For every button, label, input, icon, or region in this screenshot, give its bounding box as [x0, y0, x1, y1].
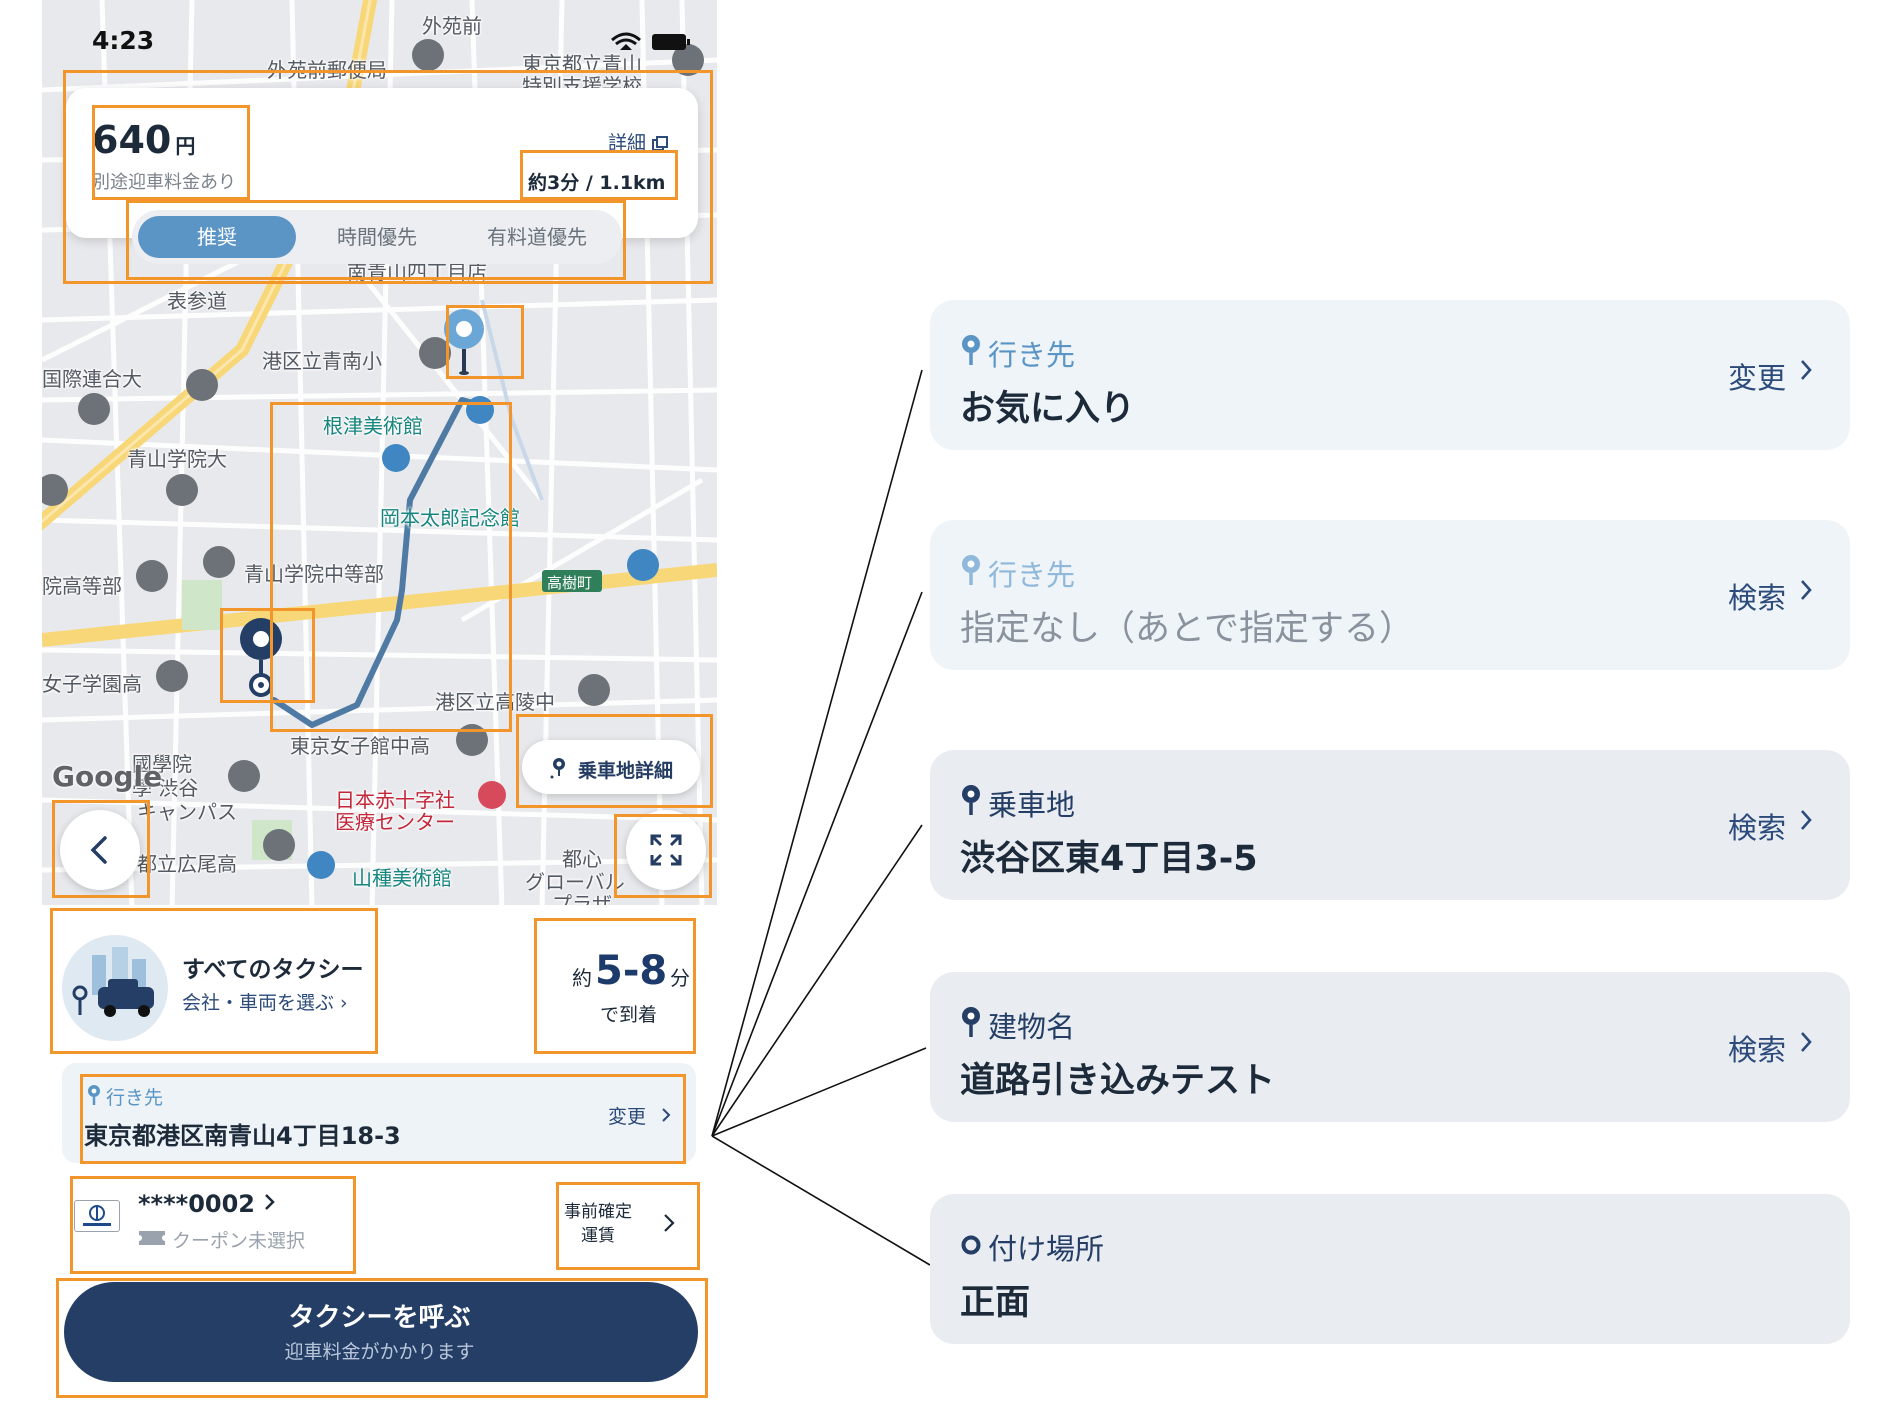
location-pin-icon: [962, 335, 980, 365]
panel-destination-favorite[interactable]: 行き先 お気に入り 変更: [930, 300, 1850, 450]
panel-value: 正面: [960, 1283, 1031, 1323]
panel-pickup-location[interactable]: 乗車地 渋谷区東4丁目3-5 検索: [930, 750, 1850, 900]
chevron-right-icon: [1801, 810, 1812, 830]
panel-value: 道路引き込みテスト: [960, 1061, 1276, 1101]
panel-action[interactable]: 検索: [1728, 575, 1786, 617]
panel-value: 渋谷区東4丁目3-5: [960, 839, 1258, 879]
panel-value: お気に入り: [960, 389, 1136, 429]
panel-action[interactable]: 検索: [1728, 805, 1786, 847]
location-pin-icon: [962, 1007, 980, 1037]
panel-destination-none[interactable]: 行き先 指定なし（あとで指定する） 検索: [930, 520, 1850, 670]
panel-action[interactable]: 検索: [1728, 1027, 1786, 1069]
panel-label: 行き先: [988, 338, 1076, 372]
location-pin-icon: [962, 555, 980, 585]
chevron-right-icon: [1801, 580, 1812, 600]
panel-label: 建物名: [988, 1010, 1076, 1044]
chevron-right-icon: [1801, 1032, 1812, 1052]
panel-value: 指定なし（あとで指定する）: [960, 609, 1414, 649]
panel-label: 乗車地: [988, 788, 1076, 822]
dot-ring-icon: [961, 1235, 981, 1255]
panel-building-name[interactable]: 建物名 道路引き込みテスト 検索: [930, 972, 1850, 1122]
panel-label: 付け場所: [988, 1232, 1105, 1266]
panel-pickup-spot[interactable]: 付け場所 正面: [930, 1194, 1850, 1344]
chevron-right-icon: [1801, 360, 1812, 380]
location-pin-icon: [962, 785, 980, 815]
panel-action[interactable]: 変更: [1728, 355, 1786, 397]
panel-label: 行き先: [988, 558, 1076, 592]
